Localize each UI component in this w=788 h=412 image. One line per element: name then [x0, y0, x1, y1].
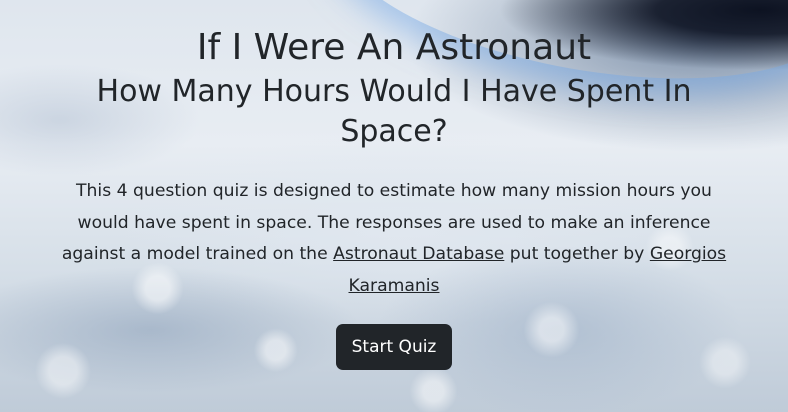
- page-subtitle: How Many Hours Would I Have Spent In Spa…: [96, 74, 692, 149]
- astronaut-database-link[interactable]: Astronaut Database: [333, 244, 504, 264]
- description-text-part2: put together by: [504, 244, 650, 264]
- page-title: If I Were An Astronaut: [196, 27, 592, 68]
- quiz-description: This 4 question quiz is designed to esti…: [49, 176, 739, 302]
- start-quiz-button[interactable]: Start Quiz: [335, 324, 453, 370]
- main-content: If I Were An Astronaut How Many Hours Wo…: [0, 0, 788, 370]
